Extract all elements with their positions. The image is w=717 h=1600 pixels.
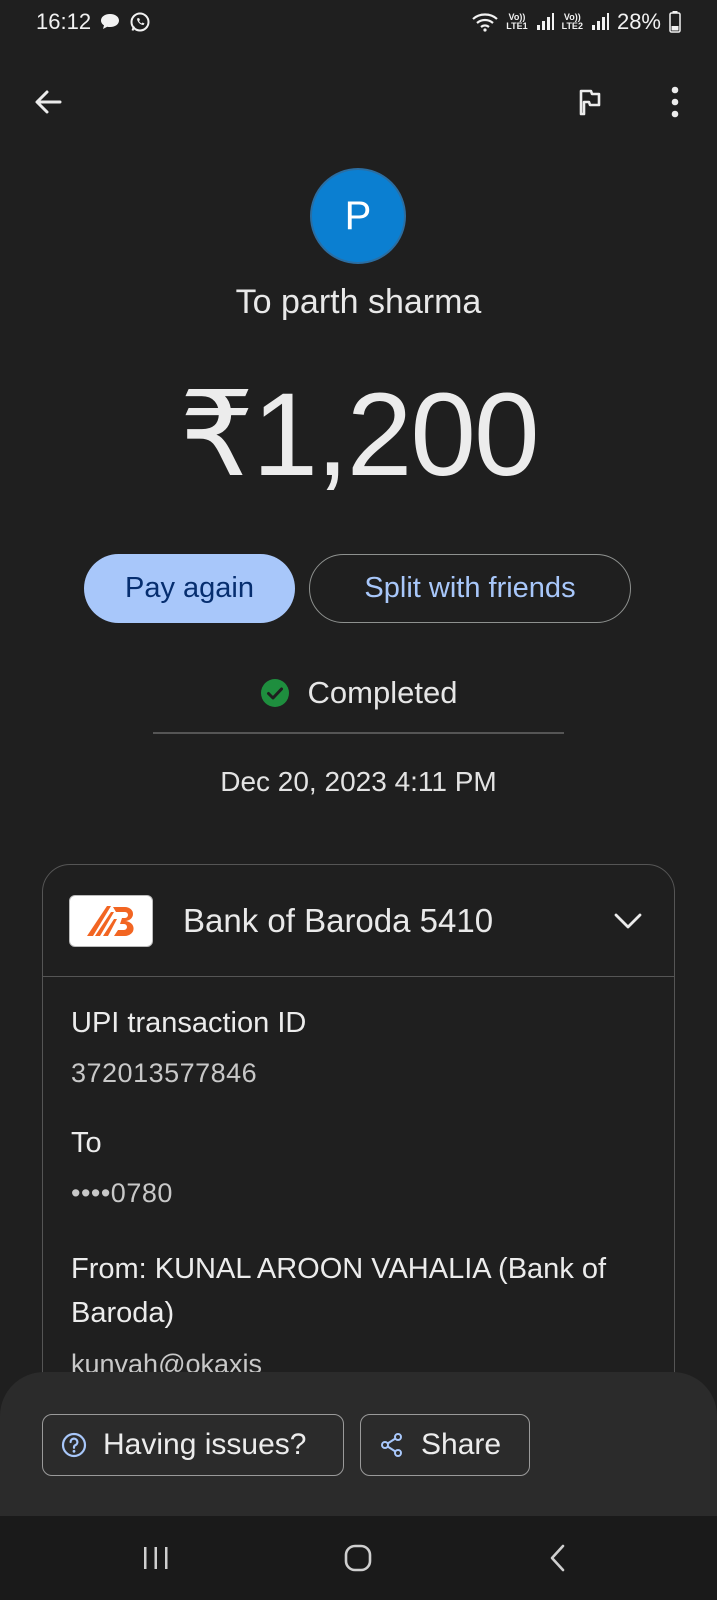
field-value[interactable]: 372013577846 [71, 1058, 646, 1089]
bank-of-baroda-logo-icon [69, 894, 153, 947]
home-button[interactable] [336, 1536, 380, 1580]
status-right: Vo)) LTE1 Vo)) LTE2 28% [472, 9, 681, 35]
report-flag-button[interactable] [570, 82, 610, 122]
network-label-1: Vo)) LTE1 [506, 12, 528, 31]
status-bar: 16:12 Vo)) LTE1 Vo)) LTE2 28% [0, 0, 717, 44]
bank-account-name: Bank of Baroda 5410 [183, 901, 494, 939]
clock: 16:12 [36, 9, 92, 34]
flag-icon [579, 89, 601, 116]
chevron-left-icon [550, 1544, 565, 1572]
share-label: Share [421, 1428, 502, 1461]
chevron-down-icon [614, 913, 642, 928]
from-account-field: From: KUNAL AROON VAHALIA (Bank of Barod… [71, 1247, 646, 1380]
expand-button[interactable] [608, 901, 648, 941]
help-circle-icon [61, 1432, 87, 1458]
signal-1-icon [536, 13, 554, 31]
payment-amount: ₹1,200 [179, 369, 539, 501]
sheet-actions: Having issues? Share [42, 1414, 530, 1476]
status-left: 16:12 [36, 9, 151, 35]
recent-apps-button[interactable] [134, 1536, 178, 1580]
payment-actions: Pay again Split with friends [84, 554, 631, 623]
top-app-bar [0, 70, 717, 130]
recipient-avatar: P [310, 168, 406, 264]
from-label: From: KUNAL AROON VAHALIA (Bank of Barod… [71, 1253, 607, 1329]
recipient-label: To parth sharma [235, 283, 482, 321]
chat-notification-icon [99, 12, 121, 32]
system-nav-bar [0, 1516, 717, 1600]
having-issues-button[interactable]: Having issues? [42, 1414, 344, 1476]
more-options-button[interactable] [655, 82, 695, 122]
network-label-2: Vo)) LTE2 [561, 12, 583, 31]
card-body: UPI transaction ID 372013577846 To ••••0… [43, 977, 674, 1380]
split-with-friends-button[interactable]: Split with friends [309, 554, 631, 623]
system-back-button[interactable] [536, 1536, 580, 1580]
whatsapp-icon [129, 11, 151, 33]
bottom-action-sheet: Having issues? Share [0, 1372, 717, 1516]
status-label: Completed [307, 675, 458, 710]
battery-icon [669, 11, 681, 33]
transaction-status: Completed [0, 675, 717, 711]
home-icon [344, 1544, 372, 1572]
having-issues-label: Having issues? [103, 1428, 307, 1461]
wifi-icon [472, 12, 499, 32]
share-button[interactable]: Share [360, 1414, 530, 1476]
bank-account-row[interactable]: Bank of Baroda 5410 [43, 865, 674, 977]
upi-transaction-id-field: UPI transaction ID 372013577846 [71, 1007, 646, 1089]
back-button[interactable] [28, 82, 68, 122]
share-icon [381, 1433, 402, 1457]
field-label: UPI transaction ID [71, 1007, 307, 1039]
more-vert-icon [671, 86, 679, 118]
divider [153, 732, 564, 734]
to-account-field: To ••••0780 [71, 1127, 646, 1209]
battery-percent: 28% [616, 9, 661, 34]
check-circle-icon [260, 679, 289, 707]
recent-apps-icon [144, 1547, 168, 1569]
pay-again-button[interactable]: Pay again [84, 554, 295, 623]
transaction-datetime: Dec 20, 2023 4:11 PM [220, 766, 497, 797]
arrow-left-icon [35, 90, 62, 114]
transaction-details-card: Bank of Baroda 5410 UPI transaction ID 3… [42, 864, 675, 1404]
signal-2-icon [591, 13, 609, 31]
field-value: ••••0780 [71, 1178, 173, 1208]
field-label: To [71, 1127, 102, 1159]
